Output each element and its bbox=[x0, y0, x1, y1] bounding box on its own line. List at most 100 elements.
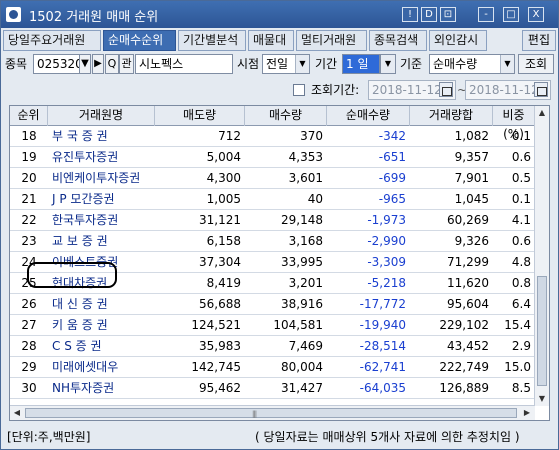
cell-rank: 19 bbox=[21, 150, 37, 164]
cell-net-buy: -651 bbox=[378, 150, 406, 164]
table-row[interactable]: 21 J P 모간증권 1,005 40 -965 1,045 0.1 bbox=[10, 189, 535, 210]
cell-share: 0.5 bbox=[511, 171, 531, 185]
stock-name-input[interactable]: 시노펙스 bbox=[135, 54, 233, 74]
cell-total-volume: 229,102 bbox=[439, 318, 489, 332]
cell-share: 8.5 bbox=[511, 381, 531, 395]
table-row[interactable]: 30 NH투자증권 95,462 31,427 -64,035 126,889 8.5 bbox=[10, 378, 535, 399]
scroll-thumb[interactable]: ||| bbox=[25, 408, 517, 418]
info-button[interactable]: ! bbox=[402, 7, 418, 22]
period-label: 기간 bbox=[315, 57, 338, 71]
calendar-icon[interactable] bbox=[534, 82, 548, 97]
cell-net-buy: -19,940 bbox=[359, 318, 406, 332]
table-header: 순위 거래원명 매도량 매수량 순매수량 거래량합 비중(%) bbox=[10, 106, 535, 141]
tab-daily-brokers[interactable]: 당일주요거래원 bbox=[3, 30, 101, 51]
cell-share: 2.9 bbox=[511, 339, 531, 353]
table-row[interactable]: 20 비엔케이투자증권 4,300 3,601 -699 7,901 0.5 bbox=[10, 168, 535, 189]
cell-net-buy: -17,772 bbox=[359, 297, 406, 311]
col-total-volume[interactable]: 거래량합 bbox=[410, 106, 493, 126]
search-icon[interactable]: Q bbox=[105, 54, 119, 74]
cell-rank: 28 bbox=[21, 339, 37, 353]
cell-buy-volume: 3,168 bbox=[288, 234, 323, 248]
table-row[interactable]: 26 대 신 증 권 56,688 38,916 -17,772 95,604 6.4 bbox=[10, 294, 535, 315]
cell-sell-volume: 37,304 bbox=[199, 255, 241, 269]
favorite-button[interactable]: 관 bbox=[119, 54, 134, 74]
highlight-circle bbox=[27, 262, 117, 288]
cell-buy-volume: 31,427 bbox=[281, 381, 323, 395]
period-value: 1 일 bbox=[346, 57, 369, 71]
cell-share: 0.1 bbox=[511, 192, 531, 206]
window-title: 1502 거래원 매매 순위 bbox=[29, 10, 159, 25]
col-net-buy[interactable]: 순매수량 bbox=[327, 106, 410, 126]
col-buy-volume[interactable]: 매수량 bbox=[245, 106, 327, 126]
cell-share: 0.6 bbox=[511, 150, 531, 164]
table-row[interactable]: 22 한국투자증권 31,121 29,148 -1,973 60,269 4.1 bbox=[10, 210, 535, 231]
table-row[interactable]: 29 미래에셋대우 142,745 80,004 -62,741 222,749 15.0 bbox=[10, 357, 535, 378]
cell-broker: 한국투자증권 bbox=[52, 213, 119, 227]
table-row[interactable]: 27 키 움 증 권 124,521 104,581 -19,940 229,102 15.… bbox=[10, 315, 535, 336]
cell-net-buy: -965 bbox=[378, 192, 406, 206]
tab-stock-search[interactable]: 종목검색 bbox=[369, 30, 427, 51]
link-button[interactable]: D bbox=[421, 7, 437, 22]
next-arrow-icon[interactable]: ▶ bbox=[92, 54, 104, 74]
scroll-left-icon[interactable]: ◀ bbox=[10, 406, 24, 420]
tab-net-buy-rank[interactable]: 순매수순위 bbox=[103, 30, 176, 51]
table-row[interactable]: 19 유진투자증권 5,004 4,353 -651 9,357 0.6 bbox=[10, 147, 535, 168]
restore-button[interactable]: ⊡ bbox=[440, 7, 456, 22]
date-range-checkbox[interactable] bbox=[293, 84, 305, 96]
scroll-right-icon[interactable]: ▶ bbox=[520, 406, 534, 420]
cell-sell-volume: 95,462 bbox=[199, 381, 241, 395]
cell-total-volume: 222,749 bbox=[439, 360, 489, 374]
query-button[interactable]: 조회 bbox=[518, 54, 554, 74]
basis-label: 기준 bbox=[400, 57, 423, 71]
cell-broker: 대 신 증 권 bbox=[52, 297, 108, 311]
close-button[interactable]: X bbox=[528, 7, 544, 22]
cell-sell-volume: 6,158 bbox=[206, 234, 241, 248]
cell-sell-volume: 712 bbox=[218, 129, 241, 143]
cell-rank: 29 bbox=[21, 360, 37, 374]
table-row[interactable]: 18 부 국 증 권 712 370 -342 1,082 0.1 bbox=[10, 126, 535, 147]
point-label: 시점 bbox=[237, 57, 260, 71]
cell-buy-volume: 7,469 bbox=[288, 339, 323, 353]
basis-select[interactable]: 순매수량 ▼ bbox=[429, 54, 515, 74]
cell-share: 4.8 bbox=[511, 255, 531, 269]
status-bar: [단위:주,백만원] ( 당일자료는 매매상위 5개사 자료에 의한 추정치임 … bbox=[1, 426, 558, 448]
cell-sell-volume: 8,419 bbox=[206, 276, 241, 290]
cell-rank: 30 bbox=[21, 381, 37, 395]
chevron-down-icon: ▼ bbox=[381, 55, 395, 73]
calendar-icon[interactable] bbox=[439, 82, 453, 97]
table-row[interactable]: 28 C S 증 권 35,983 7,469 -28,514 43,452 2.9 bbox=[10, 336, 535, 357]
stock-code-dropdown[interactable]: ▼ bbox=[79, 54, 91, 74]
scroll-thumb[interactable] bbox=[537, 276, 547, 386]
minimize-button[interactable]: - bbox=[478, 7, 494, 22]
cell-broker: 교 보 증 권 bbox=[52, 234, 108, 248]
cell-sell-volume: 56,688 bbox=[199, 297, 241, 311]
point-select[interactable]: 전일 ▼ bbox=[262, 54, 310, 74]
scroll-down-icon[interactable]: ▼ bbox=[535, 392, 549, 406]
tab-multi-broker[interactable]: 멀티거래원 bbox=[296, 30, 367, 51]
basis-value: 순매수량 bbox=[433, 57, 478, 71]
horizontal-scrollbar[interactable]: ◀ ||| ▶ bbox=[10, 405, 535, 420]
cell-total-volume: 60,269 bbox=[447, 213, 489, 227]
chevron-down-icon: ▼ bbox=[295, 55, 309, 73]
cell-total-volume: 11,620 bbox=[447, 276, 489, 290]
grip-icon: ||| bbox=[252, 410, 257, 418]
maximize-button[interactable]: □ bbox=[503, 7, 519, 22]
col-rank[interactable]: 순위 bbox=[10, 106, 48, 126]
tab-period-analysis[interactable]: 기간별분석 bbox=[178, 30, 246, 51]
cell-sell-volume: 35,983 bbox=[199, 339, 241, 353]
period-dropdown[interactable]: ▼ bbox=[380, 54, 396, 74]
col-sell-volume[interactable]: 매도량 bbox=[155, 106, 245, 126]
col-broker[interactable]: 거래원명 bbox=[48, 106, 155, 126]
vertical-scrollbar[interactable]: ▲ ▼ bbox=[534, 106, 549, 406]
table-row[interactable]: 23 교 보 증 권 6,158 3,168 -2,990 9,326 0.6 bbox=[10, 231, 535, 252]
cell-total-volume: 1,082 bbox=[454, 129, 489, 143]
tab-volume-profile[interactable]: 매물대 bbox=[248, 30, 294, 51]
col-share[interactable]: 비중(%) bbox=[493, 106, 535, 141]
tab-foreign-watch[interactable]: 외인감시 bbox=[429, 30, 487, 51]
period-select[interactable]: 1 일 bbox=[342, 54, 380, 74]
edit-button[interactable]: 편집 bbox=[521, 30, 556, 51]
scroll-up-icon[interactable]: ▲ bbox=[535, 106, 549, 120]
filter-row: 종목 025320 ▼ ▶ Q 관 시노펙스 시점 전일 ▼ 기간 1 일 ▼ … bbox=[1, 54, 558, 76]
cell-total-volume: 7,901 bbox=[454, 171, 489, 185]
cell-net-buy: -2,990 bbox=[367, 234, 406, 248]
